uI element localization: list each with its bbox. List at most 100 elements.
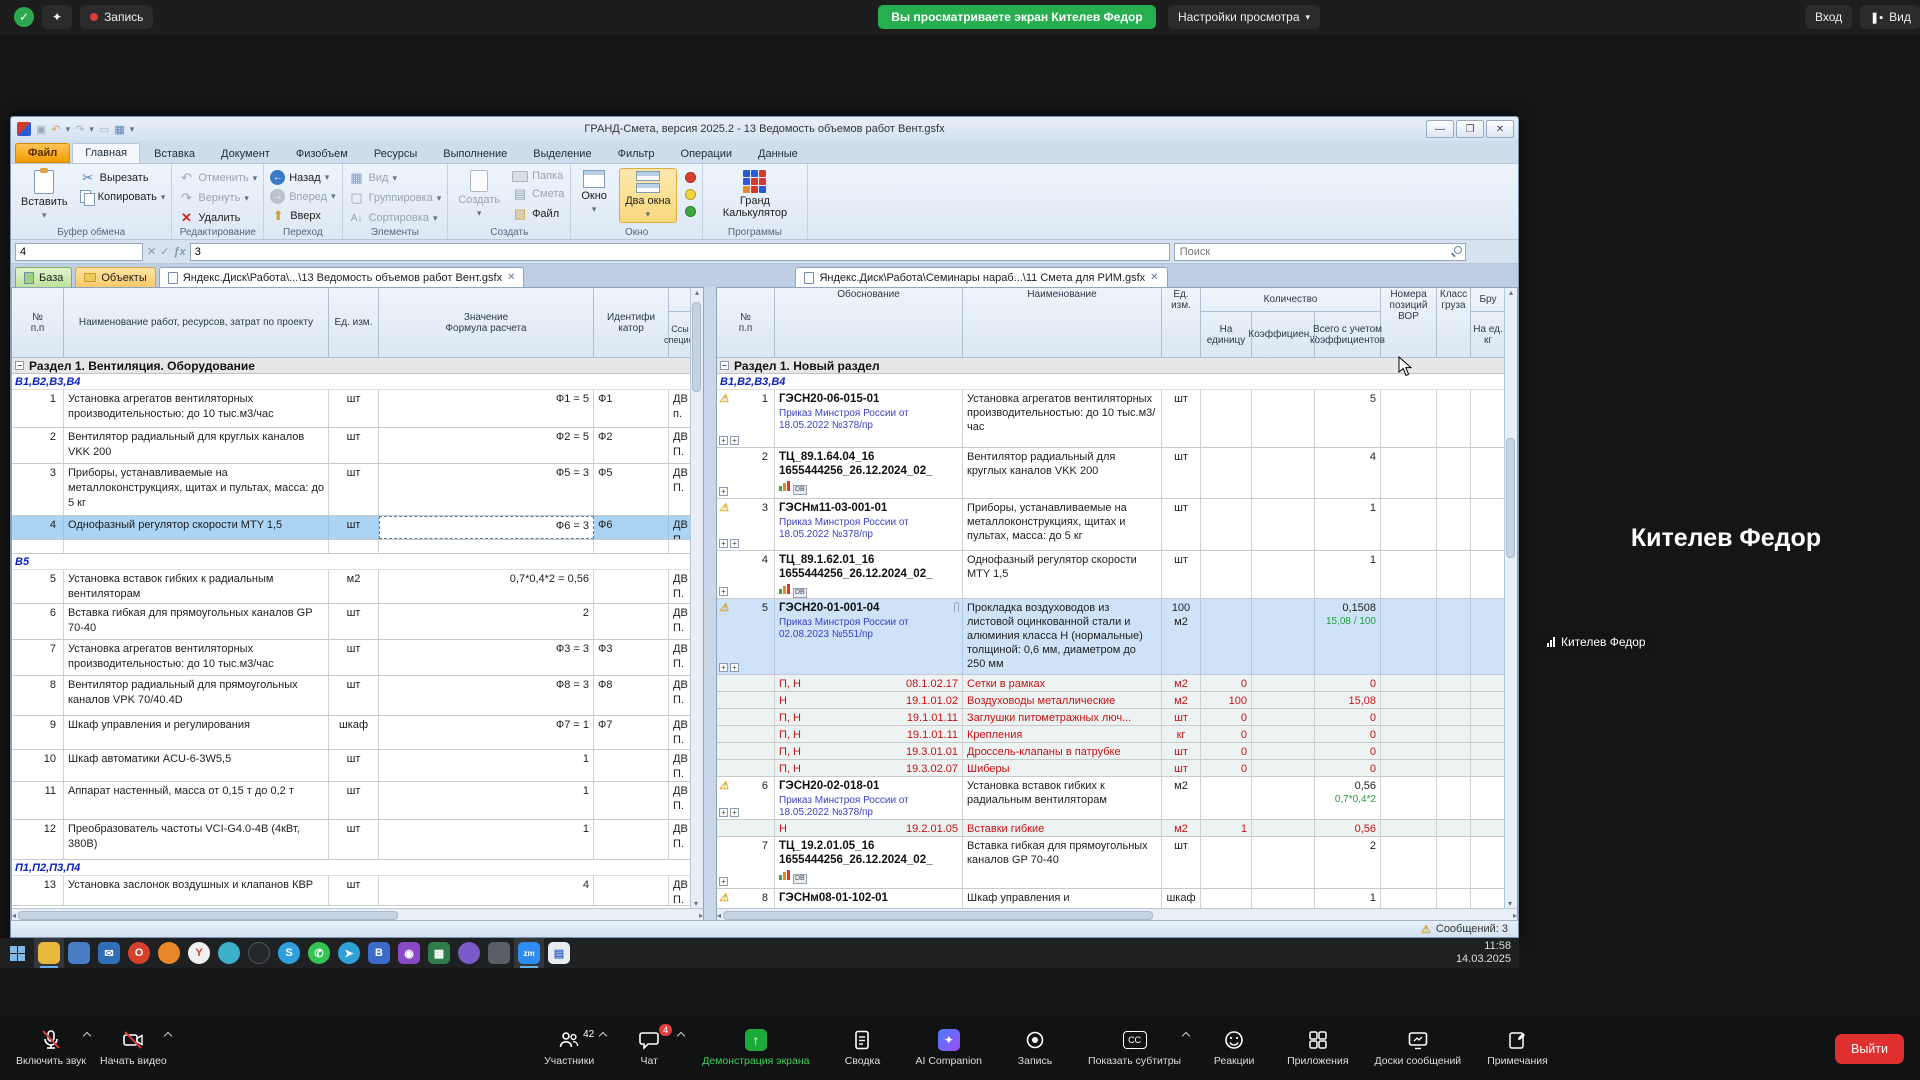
create-folder-button[interactable]: Папка — [512, 170, 564, 182]
taskbar-icon-recorder[interactable] — [484, 938, 514, 968]
tab-selection[interactable]: Выделение — [521, 145, 603, 163]
group-row[interactable]: B1,B2,B3,B4 — [12, 374, 692, 390]
col-name[interactable]: Наименование работ, ресурсов, затрат по … — [64, 288, 329, 358]
table-row[interactable]: 4+ ТЦ_89.1.62.01_16 1655444256_26.12.202… — [717, 551, 1506, 599]
table-row-selected[interactable]: 4Однофазный регулятор скорости MTY 1,5шт… — [12, 516, 692, 540]
table-row[interactable]: 3Приборы, устанавливаемые на металлоконс… — [12, 464, 692, 516]
create-button[interactable]: Создать▾ — [454, 168, 504, 221]
taskbar-icon-vk[interactable]: B — [364, 938, 394, 968]
tab-resources[interactable]: Ресурсы — [362, 145, 429, 163]
search-box[interactable] — [1174, 243, 1466, 261]
title-bar[interactable]: ▣ ↶▾ ↷▾ ▭ ▦ ▾ ГРАНД-Смета, версия 2025.2… — [11, 117, 1518, 141]
table-row[interactable]: 11Аппарат настенный, масса от 0,15 т до … — [12, 782, 692, 820]
chevron-up-icon[interactable] — [599, 1032, 607, 1040]
col-vor-numbers[interactable]: Номера позиций ВОР — [1381, 288, 1437, 358]
table-row[interactable]: 5Установка вставок гибких к радиальным в… — [12, 570, 692, 604]
participants-button[interactable]: 42 Участники — [542, 1029, 596, 1067]
view-layout-button[interactable]: ❚▪ Вид — [1860, 5, 1920, 29]
taskbar-icon-photos[interactable] — [64, 938, 94, 968]
two-windows-button[interactable]: Два окна▾ — [619, 168, 677, 223]
taskbar-icon-yandex-browser[interactable]: Y — [184, 938, 214, 968]
copy-button[interactable]: Копировать▾ — [80, 190, 166, 204]
formula-value-box[interactable] — [190, 243, 1170, 261]
chevron-up-icon[interactable] — [164, 1032, 172, 1040]
close-tab-icon[interactable]: ✕ — [1150, 272, 1158, 283]
table-row[interactable]: 6Вставка гибкая для прямоугольных канало… — [12, 604, 692, 640]
messages-counter[interactable]: Сообщений: 3 — [1436, 923, 1508, 935]
whiteboards-button[interactable]: Доски сообщений — [1375, 1029, 1462, 1067]
tab-file[interactable]: Файл — [15, 143, 70, 163]
ai-companion-button[interactable]: ✦ — [42, 5, 72, 29]
table-row[interactable]: 1Установка агрегатов вентиляторных произ… — [12, 390, 692, 428]
taskbar-icon-zoom[interactable]: zm — [514, 938, 544, 968]
col-qty-per-unit[interactable]: На единицу — [1201, 312, 1252, 358]
resource-row[interactable]: П, Н19.3.01.01Дроссель-клапаны в патрубк… — [717, 743, 1506, 760]
security-shield-icon[interactable]: ✓ — [14, 7, 34, 27]
reactions-button[interactable]: Реакции — [1207, 1029, 1261, 1067]
tab-document[interactable]: Документ — [209, 145, 282, 163]
section-row[interactable]: −Раздел 1. Вентиляция. Оборудование — [12, 358, 692, 374]
col-qty-coefficient[interactable]: Коэффициен... — [1252, 312, 1315, 358]
tab-document-left[interactable]: Яндекс.Диск\Работа\...\13 Ведомость объе… — [159, 267, 525, 287]
confirm-icon[interactable]: ✓ — [160, 245, 169, 258]
tab-data[interactable]: Данные — [746, 145, 810, 163]
green-pin-icon[interactable] — [685, 206, 696, 217]
unmute-button[interactable]: Включить звук — [16, 1029, 86, 1067]
chevron-up-icon[interactable] — [677, 1032, 685, 1040]
tab-filter[interactable]: Фильтр — [606, 145, 667, 163]
sorting-button[interactable]: А↓Сортировка▾ — [349, 210, 442, 226]
chat-button[interactable]: 4 Чат — [622, 1029, 676, 1067]
minimize-button[interactable]: — — [1426, 120, 1454, 138]
col-unit[interactable]: Ед. изм. — [1162, 288, 1201, 358]
expand-icon[interactable]: + — [730, 539, 739, 548]
expand-icon[interactable]: + — [719, 877, 728, 886]
order-link[interactable]: Приказ Минстроя России от 18.05.2022 №37… — [779, 795, 958, 819]
login-button[interactable]: Вход — [1805, 5, 1852, 29]
grouping-button[interactable]: ▢Группировка▾ — [349, 190, 442, 206]
col-cargo-class[interactable]: Класс груза — [1437, 288, 1471, 358]
expand-icon[interactable]: + — [719, 587, 728, 596]
chevron-up-icon[interactable] — [83, 1032, 91, 1040]
summary-button[interactable]: Сводка — [835, 1029, 889, 1067]
resource-row[interactable]: П, Н19.1.01.11Заглушки питометражных люч… — [717, 709, 1506, 726]
table-row[interactable]: 12Преобразователь частоты VCI-G4.0-4B (4… — [12, 820, 692, 860]
vertical-scrollbar[interactable]: ▴▾ — [690, 288, 703, 908]
start-video-button[interactable]: Начать видео — [100, 1029, 167, 1067]
cell-reference-box[interactable] — [15, 243, 143, 261]
order-link[interactable]: Приказ Минстроя России от 18.05.2022 №37… — [779, 517, 958, 541]
col-value[interactable]: Значение Формула расчета — [379, 288, 594, 358]
resource-row[interactable]: П, Н19.1.01.11Креплениякг00 — [717, 726, 1506, 743]
undo-button[interactable]: ↶Отменить▾ — [178, 170, 257, 186]
up-button[interactable]: ⬆Вверх — [270, 208, 335, 224]
expand-icon[interactable]: + — [719, 663, 728, 672]
redo-button[interactable]: ↷Вернуть▾ — [178, 190, 257, 206]
taskbar-icon-mail[interactable]: ✉ — [94, 938, 124, 968]
expand-icon[interactable]: + — [719, 539, 728, 548]
taskbar-icon-writer[interactable]: ▤ — [544, 938, 574, 968]
taskbar-icon-firefox[interactable] — [154, 938, 184, 968]
expand-icon[interactable]: + — [730, 808, 739, 817]
resource-row[interactable]: Н19.2.01.05Вставки гибкием210,56 — [717, 820, 1506, 837]
apps-button[interactable]: Приложения — [1287, 1029, 1348, 1067]
resource-row[interactable]: Н19.1.01.02Воздуховоды металлическием210… — [717, 692, 1506, 709]
expand-icon[interactable]: + — [719, 808, 728, 817]
order-link[interactable]: Приказ Минстроя России от 02.08.2023 №55… — [779, 617, 958, 641]
taskbar-icon-opera[interactable]: O — [124, 938, 154, 968]
tab-execution[interactable]: Выполнение — [431, 145, 519, 163]
taskbar-icon-telegram[interactable]: ➤ — [334, 938, 364, 968]
expand-icon[interactable]: + — [719, 436, 728, 445]
red-pin-icon[interactable] — [685, 172, 696, 183]
table-row[interactable]: 8Вентилятор радиальный для прямоугольных… — [12, 676, 692, 716]
table-row[interactable]: 10Шкаф автоматики ACU-6-3W5,5шт1ДВ П. — [12, 750, 692, 782]
col-num[interactable]: № п.п — [12, 288, 64, 358]
taskbar-icon-spreadsheet[interactable]: ▦ — [424, 938, 454, 968]
tab-operations[interactable]: Операции — [669, 145, 744, 163]
create-file-button[interactable]: ▧Файл — [512, 206, 564, 222]
start-button[interactable] — [0, 938, 34, 968]
tab-physvolume[interactable]: Физобъем — [284, 145, 360, 163]
table-row[interactable]: 2Вентилятор радиальный для круглых канал… — [12, 428, 692, 464]
resource-row[interactable]: П, Н19.3.02.07Шиберышт00 — [717, 760, 1506, 777]
view-settings-dropdown[interactable]: Настройки просмотра ▾ — [1168, 5, 1320, 29]
table-row[interactable]: ⚠3++ ГЭСНм11-03-001-01Приказ Минстроя Ро… — [717, 499, 1506, 551]
notes-button[interactable]: Примечания — [1487, 1029, 1548, 1067]
